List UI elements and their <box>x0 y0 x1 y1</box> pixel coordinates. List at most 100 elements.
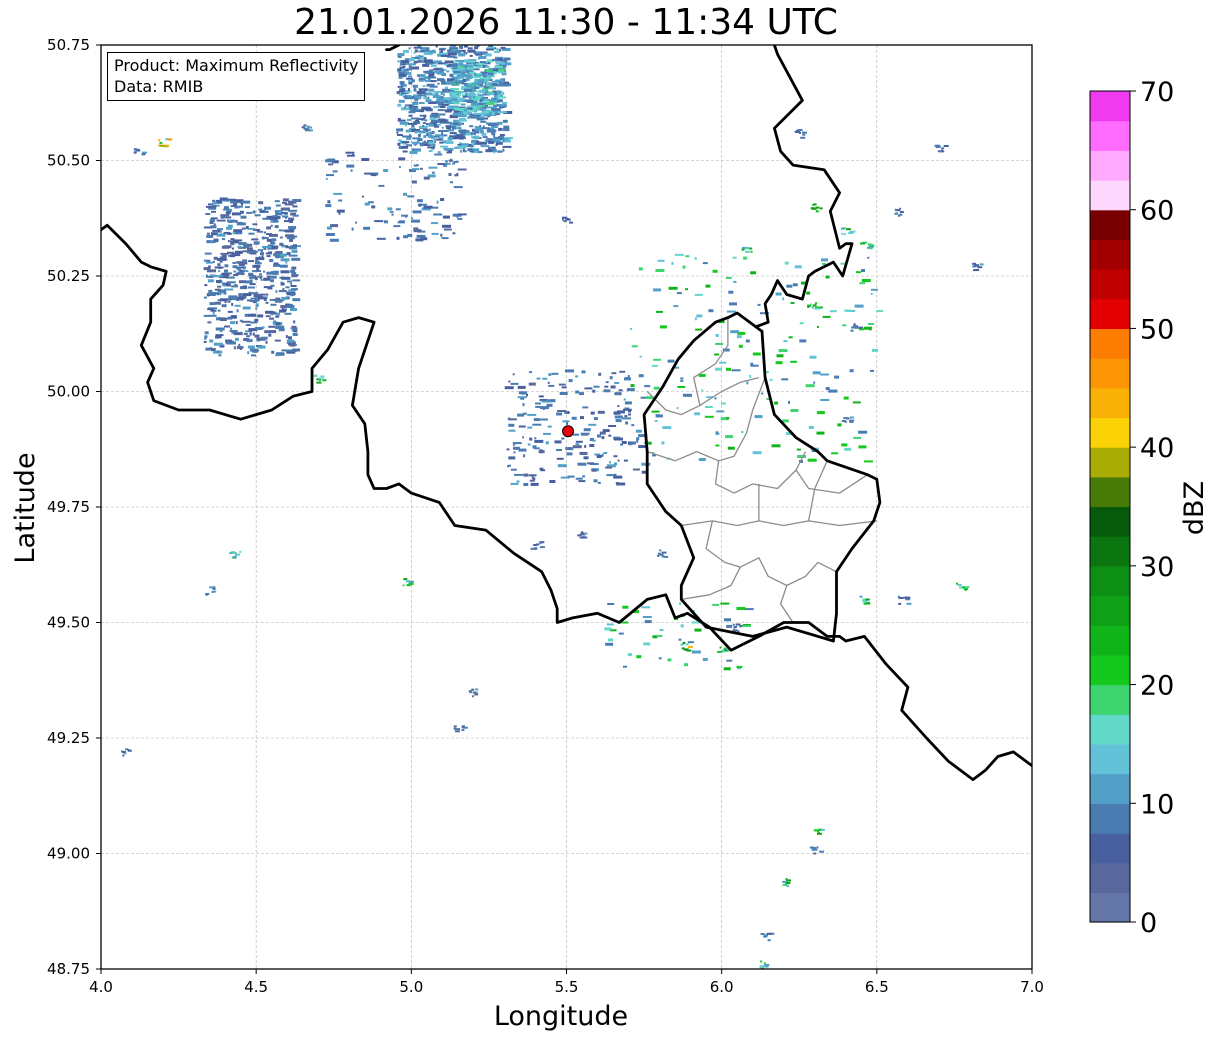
echo-pixel <box>726 417 730 420</box>
echo-pixel <box>451 126 456 130</box>
echo-pixel <box>623 398 626 401</box>
echo-cell-pixel <box>461 729 465 732</box>
echo-pixel <box>427 146 436 149</box>
echo-pixel <box>467 75 474 79</box>
echo-pixel <box>449 88 459 90</box>
echo-pixel <box>696 314 703 318</box>
colorbar-segment <box>1090 803 1130 834</box>
echo-pixel <box>351 227 354 231</box>
echo-pixel <box>738 344 743 348</box>
echo-pixel <box>364 172 372 175</box>
echo-pixel <box>229 219 236 223</box>
echo-pixel <box>207 232 210 235</box>
echo-pixel <box>238 242 247 246</box>
echo-pixel <box>458 122 463 125</box>
echo-pixel <box>820 399 830 401</box>
echo-cell-pixel <box>680 643 684 646</box>
echo-cell-pixel <box>767 939 771 942</box>
echo-pixel <box>289 219 293 223</box>
echo-pixel <box>727 310 736 313</box>
echo-pixel <box>269 317 275 320</box>
echo-pixel <box>593 417 598 421</box>
echo-cell-pixel <box>453 727 456 730</box>
echo-pixel <box>422 122 426 124</box>
echo-pixel <box>454 174 459 177</box>
echo-pixel <box>225 211 231 215</box>
echo-pixel <box>852 401 861 404</box>
echo-pixel <box>338 199 343 202</box>
x-tick-label: 5.0 <box>399 978 423 996</box>
echo-pixel <box>417 138 423 142</box>
echo-pixel <box>224 300 227 304</box>
echo-pixel <box>435 45 438 48</box>
echo-pixel <box>466 92 475 96</box>
echo-pixel <box>257 296 263 300</box>
echo-pixel <box>418 79 424 82</box>
echo-cell-pixel <box>562 216 568 219</box>
echo-pixel <box>651 410 660 413</box>
echo-pixel <box>231 285 239 288</box>
echo-pixel <box>547 425 552 428</box>
echo-pixel <box>255 259 259 262</box>
echo-cell-pixel <box>724 648 727 651</box>
echo-pixel <box>667 359 675 363</box>
echo-pixel <box>799 322 804 325</box>
echo-pixel <box>249 283 256 286</box>
echo-pixel <box>230 205 236 207</box>
echo-pixel <box>449 132 457 135</box>
echo-pixel <box>542 377 548 380</box>
echo-pixel <box>460 49 466 52</box>
echo-pixel <box>271 219 273 222</box>
echo-pixel <box>226 226 233 230</box>
colorbar-segment <box>1090 595 1130 626</box>
echo-pixel <box>536 377 541 380</box>
echo-pixel <box>788 400 790 404</box>
echo-cell-pixel <box>211 590 214 593</box>
echo-pixel <box>731 369 741 372</box>
echo-pixel <box>610 385 616 389</box>
echo-pixel <box>217 257 226 261</box>
echo-pixel <box>448 173 452 176</box>
echo-pixel <box>624 401 632 405</box>
echo-pixel <box>453 107 459 111</box>
echo-pixel <box>444 63 448 66</box>
echo-pixel <box>254 349 256 353</box>
echo-pixel <box>205 261 213 264</box>
echo-pixel <box>548 384 555 387</box>
echo-pixel <box>671 261 674 265</box>
echo-pixel <box>626 388 635 392</box>
echo-pixel <box>216 280 220 283</box>
echo-pixel <box>255 262 262 265</box>
echo-pixel <box>532 445 537 449</box>
echo-pixel <box>437 151 441 154</box>
echo-pixel <box>439 106 446 108</box>
echo-pixel <box>290 285 297 287</box>
echo-pixel <box>398 157 406 161</box>
echo-pixel <box>327 200 331 204</box>
echo-pixel <box>743 256 748 260</box>
echo-pixel <box>870 369 874 372</box>
echo-pixel <box>476 140 480 144</box>
echo-pixel <box>470 102 479 106</box>
echo-pixel <box>284 312 292 315</box>
echo-pixel <box>270 303 277 306</box>
echo-cell-pixel <box>306 125 310 128</box>
echo-pixel <box>209 219 215 222</box>
echo-pixel <box>872 348 878 352</box>
echo-pixel <box>249 279 253 283</box>
echo-pixel <box>271 350 275 354</box>
echo-cell-pixel <box>802 131 807 134</box>
echo-pixel <box>575 440 583 443</box>
echo-pixel <box>769 378 773 381</box>
echo-pixel <box>771 444 781 448</box>
echo-pixel <box>449 105 459 108</box>
echo-cell-pixel <box>475 688 479 691</box>
echo-pixel <box>383 220 388 224</box>
echo-pixel <box>868 323 875 325</box>
echo-pixel <box>470 145 474 148</box>
echo-pixel <box>265 293 269 296</box>
echo-pixel <box>512 442 522 445</box>
echo-pixel <box>227 219 230 223</box>
echo-pixel <box>452 92 457 96</box>
echo-pixel <box>575 375 579 378</box>
